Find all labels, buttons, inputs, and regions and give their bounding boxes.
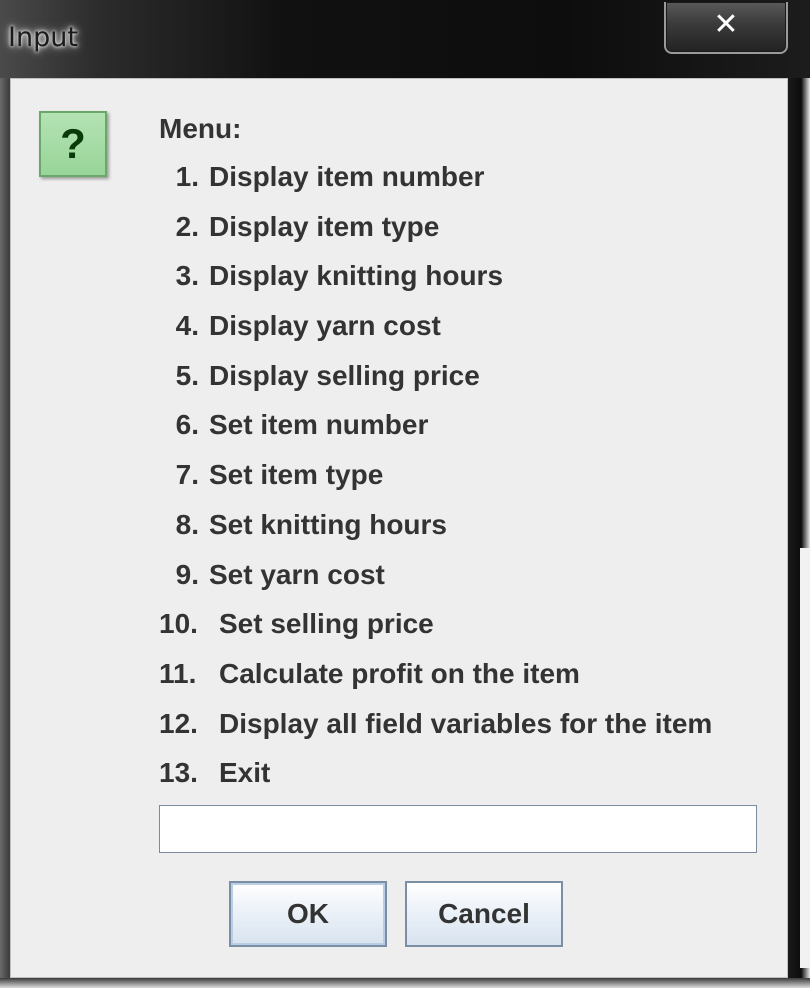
title-bar[interactable]: Input ✕ xyxy=(0,0,810,78)
menu-item-label: Set selling price xyxy=(219,608,434,640)
menu-item-label: Display item type xyxy=(209,210,440,242)
menu-item-number: 4. xyxy=(175,310,199,342)
cancel-button[interactable]: Cancel xyxy=(405,881,563,947)
menu-item: 9. Set yarn cost xyxy=(159,559,712,609)
menu-item-number: 8. xyxy=(175,508,199,540)
menu-item: 5. Display selling price xyxy=(159,360,712,410)
menu-item-number: 11. xyxy=(159,657,197,689)
menu-item-label: Display selling price xyxy=(209,359,480,391)
close-button[interactable]: ✕ xyxy=(664,2,788,54)
menu-item-label: Set item type xyxy=(209,459,384,491)
menu-list: 1. Display item number 2. Display item typ… xyxy=(159,161,712,807)
menu-item: 12. Display all field variables for the i… xyxy=(159,708,712,758)
menu-item-number: 5. xyxy=(175,359,199,391)
menu-item-label: Set knitting hours xyxy=(209,508,447,540)
menu-item-label: Display yarn cost xyxy=(209,310,441,342)
question-mark-glyph: ? xyxy=(60,120,86,167)
menu-item: 2. Display item type xyxy=(159,211,712,261)
question-icon: ? xyxy=(39,111,107,177)
menu-item-number: 7. xyxy=(175,459,199,491)
menu-item: 4. Display yarn cost xyxy=(159,310,712,360)
menu-item-label: Display item number xyxy=(209,161,485,192)
window-right-border xyxy=(788,78,810,988)
menu-item-label: Display knitting hours xyxy=(209,260,504,292)
menu-item-label: Set yarn cost xyxy=(209,558,385,590)
menu-title: Menu: xyxy=(159,113,242,144)
menu-item-number: 6. xyxy=(175,409,199,441)
menu-item: 3. Display knitting hours xyxy=(159,260,712,310)
menu-item: 8. Set knitting hours xyxy=(159,509,712,559)
close-icon: ✕ xyxy=(713,7,739,42)
menu-item-label: Display all field variables for the item xyxy=(219,707,713,739)
menu-item-label: Set item number xyxy=(209,409,429,441)
menu-item-number: 1. xyxy=(175,161,199,192)
menu-item: 7. Set item type xyxy=(159,459,712,509)
ok-button[interactable]: OK xyxy=(229,881,387,947)
menu-item-number: 2. xyxy=(175,210,199,242)
input-dialog-window: Input ✕ ? Menu: 1. Display item number 2.… xyxy=(0,0,810,988)
menu-item-number: 3. xyxy=(175,260,199,292)
menu-item-number: 12. xyxy=(159,707,198,739)
window-bottom-border xyxy=(0,978,810,988)
menu-item-number: 9. xyxy=(175,558,199,590)
menu-item-label: Calculate profit on the item xyxy=(219,657,580,689)
menu-item-label: Exit xyxy=(219,757,271,789)
dialog-content: ? Menu: 1. Display item number 2. Display … xyxy=(10,78,788,978)
menu-item-number: 10. xyxy=(159,608,198,640)
menu-item: 1. Display item number xyxy=(159,161,712,211)
window-title: Input xyxy=(8,22,78,53)
menu-choice-input[interactable] xyxy=(159,805,757,853)
menu-item: 10. Set selling price xyxy=(159,608,712,658)
menu-item: 6. Set item number xyxy=(159,409,712,459)
menu-item: 11. Calculate profit on the item xyxy=(159,658,712,708)
window-left-border xyxy=(0,78,10,988)
menu-item: 13. Exit xyxy=(159,757,712,807)
menu-item-number: 13. xyxy=(159,757,198,789)
